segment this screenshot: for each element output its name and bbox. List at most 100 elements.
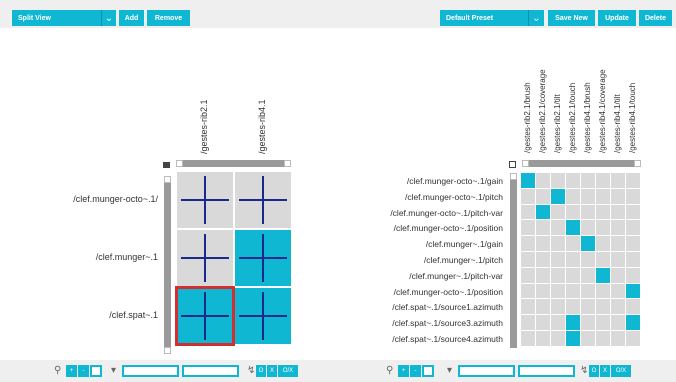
right-matrix-cell[interactable] xyxy=(536,331,550,346)
right-matrix-cell[interactable] xyxy=(596,204,610,220)
right-vertical-scrollbar[interactable] xyxy=(510,173,517,348)
right-matrix-cell[interactable] xyxy=(521,236,535,251)
right-matrix-cell[interactable] xyxy=(551,267,565,283)
collapse-button-right[interactable]: - xyxy=(410,365,421,377)
right-matrix-cell[interactable] xyxy=(566,220,580,236)
filter-field-2[interactable] xyxy=(182,365,239,377)
right-matrix-cell[interactable] xyxy=(626,173,640,188)
right-matrix-cell[interactable] xyxy=(551,188,565,204)
right-matrix-cell[interactable] xyxy=(551,252,565,267)
left-matrix-cell[interactable] xyxy=(235,230,291,286)
right-matrix-cell[interactable] xyxy=(581,331,595,346)
left-matrix-cell[interactable] xyxy=(235,288,291,344)
right-matrix-cell[interactable] xyxy=(626,252,640,267)
right-matrix-cell[interactable] xyxy=(626,267,640,283)
right-matrix-cell[interactable] xyxy=(596,220,610,236)
right-matrix-cell[interactable] xyxy=(566,331,580,346)
right-matrix-cell[interactable] xyxy=(551,283,565,299)
right-hscroll-start-handle[interactable] xyxy=(522,160,529,167)
right-matrix-cell[interactable] xyxy=(581,173,595,188)
left-hscroll-start-handle[interactable] xyxy=(176,160,183,167)
right-matrix-cell[interactable] xyxy=(596,315,610,330)
right-matrix-cell[interactable] xyxy=(596,299,610,315)
right-matrix-cell[interactable] xyxy=(611,283,625,299)
search-toggle-right[interactable] xyxy=(422,365,434,377)
right-matrix-cell[interactable] xyxy=(611,173,625,188)
right-matrix-cell[interactable] xyxy=(521,315,535,330)
right-matrix-cell[interactable] xyxy=(566,267,580,283)
right-matrix-cell[interactable] xyxy=(581,236,595,251)
right-matrix-cell[interactable] xyxy=(521,188,535,204)
right-matrix-cell[interactable] xyxy=(611,236,625,251)
right-matrix-cell[interactable] xyxy=(551,236,565,251)
right-matrix-cell[interactable] xyxy=(626,204,640,220)
right-matrix-cell[interactable] xyxy=(611,188,625,204)
remove-button[interactable]: Remove xyxy=(147,10,190,26)
right-matrix-cell[interactable] xyxy=(581,267,595,283)
right-matrix-cell[interactable] xyxy=(596,267,610,283)
right-matrix-cell[interactable] xyxy=(596,236,610,251)
right-matrix-cell[interactable] xyxy=(611,331,625,346)
right-matrix-cell[interactable] xyxy=(596,283,610,299)
left-corner-toggle[interactable] xyxy=(163,162,170,168)
right-matrix-cell[interactable] xyxy=(581,299,595,315)
right-matrix-cell[interactable] xyxy=(611,252,625,267)
left-vscroll-end-handle[interactable] xyxy=(164,347,171,354)
right-matrix-cell[interactable] xyxy=(551,315,565,330)
right-matrix-cell[interactable] xyxy=(611,315,625,330)
right-matrix-cell[interactable] xyxy=(551,173,565,188)
right-matrix-cell[interactable] xyxy=(536,220,550,236)
right-matrix-cell[interactable] xyxy=(611,220,625,236)
right-matrix-cell[interactable] xyxy=(581,220,595,236)
right-matrix-cell[interactable] xyxy=(581,204,595,220)
connect-toggle-button[interactable]: O/X xyxy=(278,365,298,377)
right-vscroll-start-handle[interactable] xyxy=(510,173,517,180)
right-matrix-cell[interactable] xyxy=(596,173,610,188)
right-matrix-cell[interactable] xyxy=(536,252,550,267)
update-button[interactable]: Update xyxy=(598,10,636,26)
connect-off-button-right[interactable]: X xyxy=(600,365,610,377)
right-matrix-cell[interactable] xyxy=(626,220,640,236)
right-matrix-cell[interactable] xyxy=(551,331,565,346)
right-matrix-cell[interactable] xyxy=(521,267,535,283)
view-select[interactable]: Split View xyxy=(12,10,101,26)
right-corner-toggle[interactable] xyxy=(509,161,516,168)
right-matrix-cell[interactable] xyxy=(551,299,565,315)
right-matrix-cell[interactable] xyxy=(611,299,625,315)
delete-button[interactable]: Delete xyxy=(639,10,672,26)
right-matrix-cell[interactable] xyxy=(581,188,595,204)
left-vertical-scrollbar[interactable] xyxy=(164,176,171,351)
right-matrix-cell[interactable] xyxy=(536,236,550,251)
expand-button[interactable]: + xyxy=(66,365,77,377)
right-matrix-cell[interactable] xyxy=(551,204,565,220)
right-matrix-cell[interactable] xyxy=(566,204,580,220)
right-matrix-cell[interactable] xyxy=(566,188,580,204)
filter-field-1[interactable] xyxy=(122,365,179,377)
right-matrix-cell[interactable] xyxy=(536,315,550,330)
right-matrix-cell[interactable] xyxy=(521,173,535,188)
right-matrix-cell[interactable] xyxy=(626,283,640,299)
right-matrix-cell[interactable] xyxy=(626,299,640,315)
preset-select-chevron-down-icon[interactable]: ⌄ xyxy=(528,10,544,26)
preset-select[interactable]: Default Preset xyxy=(440,10,528,26)
right-matrix-cell[interactable] xyxy=(566,299,580,315)
connect-off-button[interactable]: X xyxy=(267,365,277,377)
filter-field-4[interactable] xyxy=(518,365,575,377)
expand-button-right[interactable]: + xyxy=(398,365,409,377)
right-matrix-cell[interactable] xyxy=(566,173,580,188)
right-matrix-cell[interactable] xyxy=(566,236,580,251)
right-matrix-cell[interactable] xyxy=(521,252,535,267)
right-matrix-cell[interactable] xyxy=(536,188,550,204)
right-matrix-cell[interactable] xyxy=(536,267,550,283)
right-matrix-cell[interactable] xyxy=(596,252,610,267)
right-matrix-cell[interactable] xyxy=(521,204,535,220)
left-matrix-cell[interactable] xyxy=(177,172,233,228)
right-matrix-cell[interactable] xyxy=(581,315,595,330)
right-matrix-cell[interactable] xyxy=(566,283,580,299)
right-matrix-cell[interactable] xyxy=(626,331,640,346)
right-matrix-cell[interactable] xyxy=(611,267,625,283)
right-matrix-cell[interactable] xyxy=(551,220,565,236)
left-matrix-cell[interactable] xyxy=(235,172,291,228)
left-matrix-cell[interactable] xyxy=(177,230,233,286)
add-button[interactable]: Add xyxy=(119,10,144,26)
